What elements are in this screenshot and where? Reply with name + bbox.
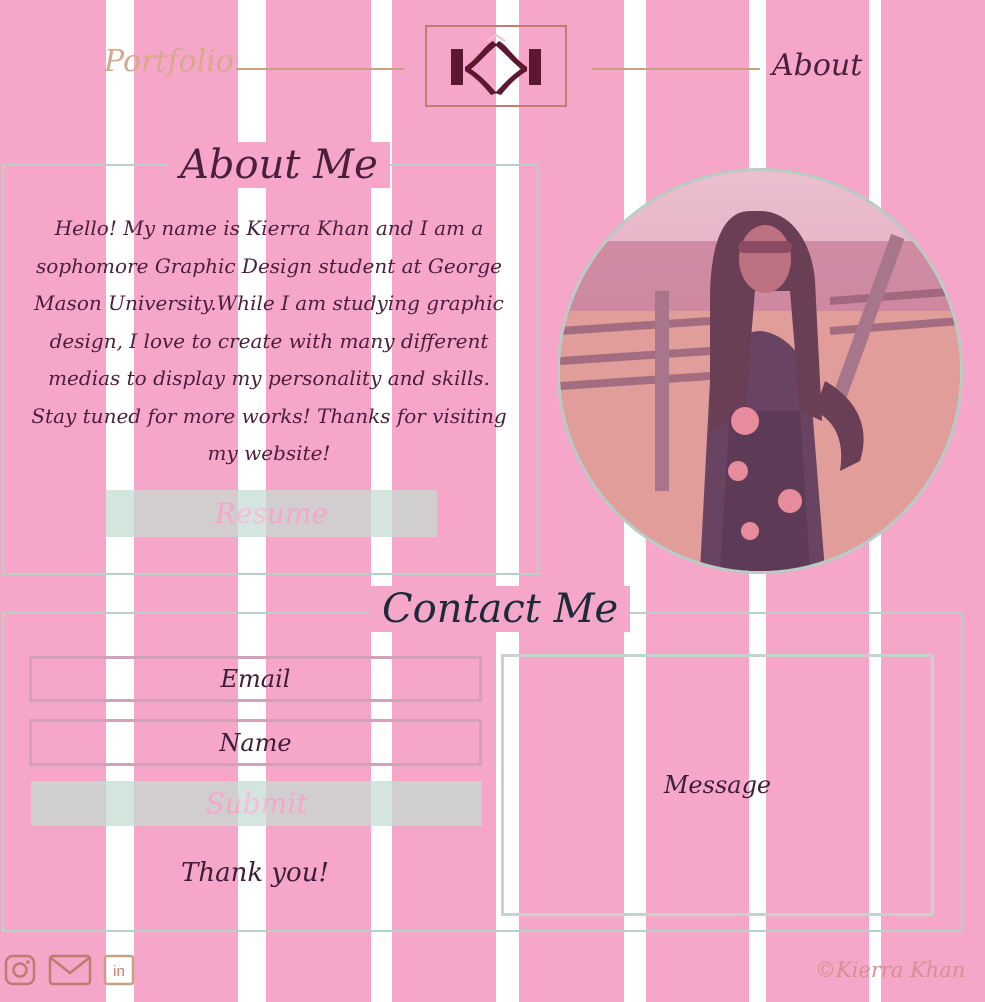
logo[interactable] xyxy=(425,25,567,107)
svg-text:in: in xyxy=(113,963,125,980)
email-field[interactable]: Email xyxy=(29,656,482,702)
linkedin-icon[interactable]: in xyxy=(103,954,135,990)
message-field[interactable]: Message xyxy=(501,654,934,916)
contact-heading: Contact Me xyxy=(370,586,631,632)
kk-monogram-icon xyxy=(451,33,541,95)
about-bio: Hello! My name is Kierra Khan and I am a… xyxy=(31,216,507,465)
nav-divider-left xyxy=(236,68,404,70)
resume-button[interactable]: Resume xyxy=(106,490,437,537)
copyright-text: ©Kierra Khan xyxy=(815,958,966,982)
submit-button[interactable]: Submit xyxy=(31,781,482,826)
thank-you-text: Thank you! xyxy=(181,858,329,888)
instagram-icon[interactable] xyxy=(4,954,36,990)
nav-divider-right xyxy=(592,68,760,70)
mail-icon[interactable] xyxy=(48,954,92,990)
nav-portfolio-link[interactable]: Portfolio xyxy=(104,44,234,79)
profile-photo xyxy=(557,168,963,574)
about-heading: About Me xyxy=(168,142,390,188)
nav-about-link[interactable]: About xyxy=(772,48,862,83)
name-field[interactable]: Name xyxy=(29,719,482,766)
profile-photo-image xyxy=(560,171,960,571)
